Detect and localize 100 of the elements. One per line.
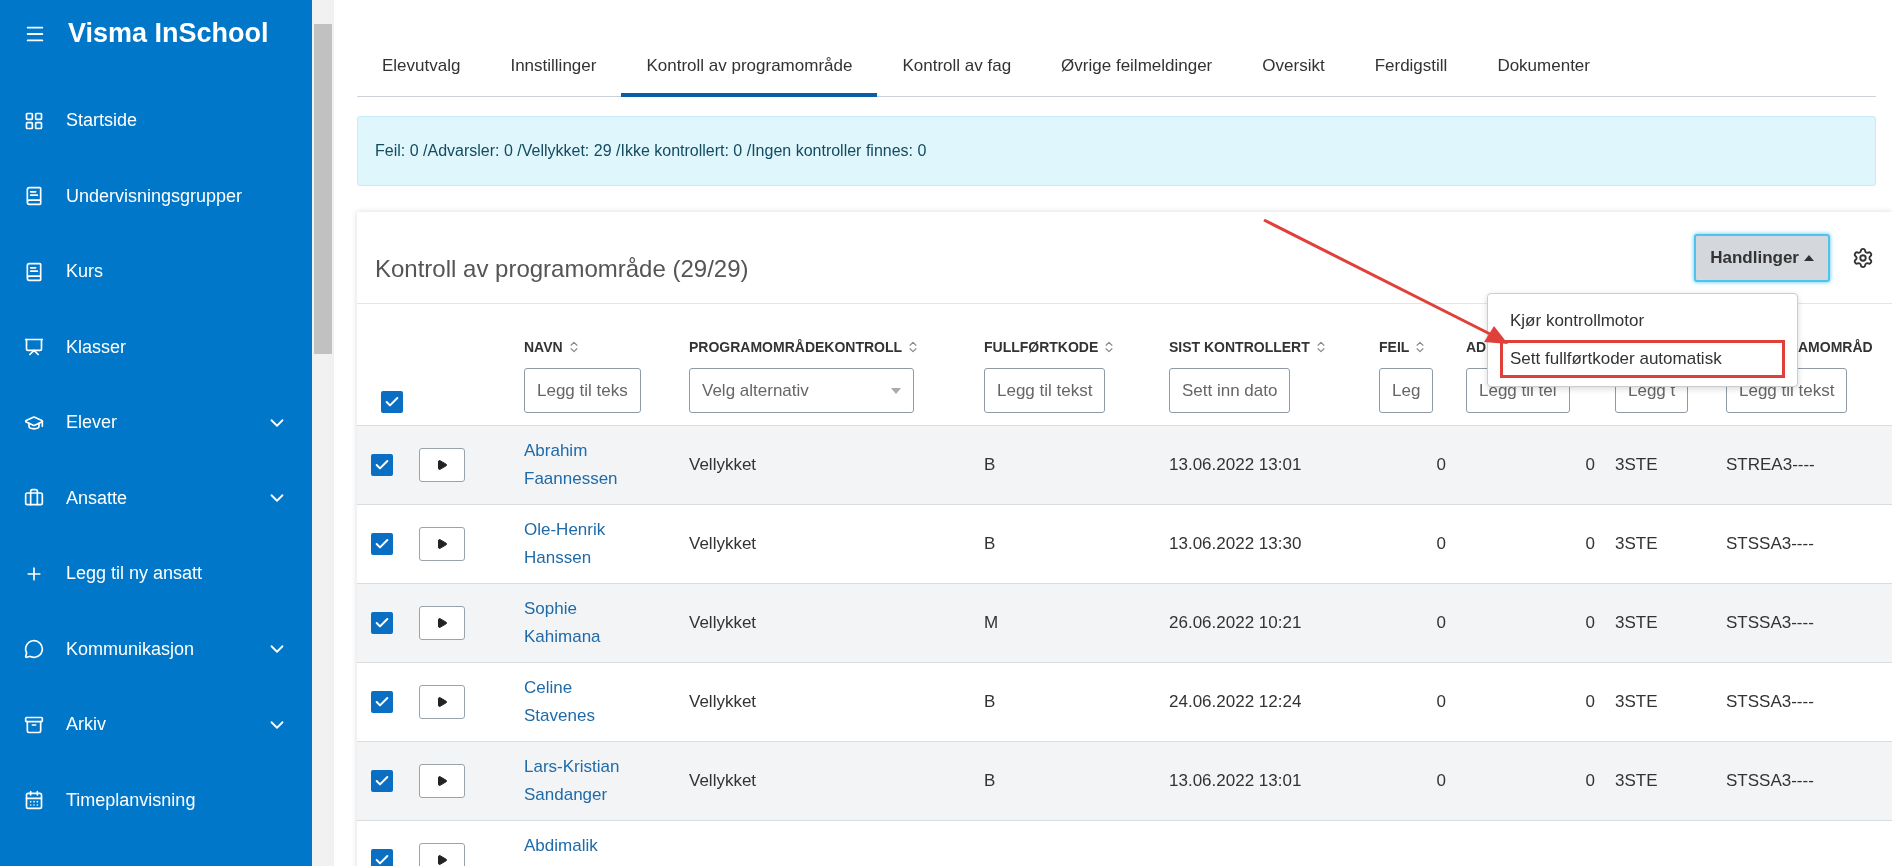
filter-select[interactable]: Velg alternativ bbox=[689, 368, 914, 413]
calendar-icon bbox=[24, 790, 44, 811]
table-cell-text: 3STE bbox=[1614, 533, 1659, 555]
play-icon bbox=[436, 459, 448, 471]
filter-field[interactable]: Sett inn dato bbox=[1169, 368, 1291, 413]
filter-field[interactable]: Legg til tekst bbox=[984, 368, 1106, 413]
column-header[interactable]: SIST KONTROLLERT bbox=[1169, 338, 1328, 356]
sidebar-item[interactable]: Arkiv bbox=[0, 687, 312, 763]
table-cell-text: Vellykket bbox=[688, 770, 758, 792]
filter-field[interactable]: Legg til teks bbox=[524, 368, 641, 413]
student-link[interactable]: Celine Stavenes bbox=[514, 674, 644, 730]
table-cell-text: 0 bbox=[1584, 454, 1596, 476]
table-cell-text: STREA3---- bbox=[1725, 454, 1816, 476]
table-cell-text: M bbox=[983, 612, 1000, 634]
chat-icon bbox=[24, 639, 44, 660]
table-cell-text: 3STE bbox=[1614, 454, 1659, 476]
sidebar-item[interactable]: Kommunikasjon bbox=[0, 611, 312, 687]
play-icon bbox=[436, 854, 448, 866]
scrollbar[interactable] bbox=[312, 0, 334, 866]
table-cell-text: STSSA3---- bbox=[1725, 770, 1815, 792]
column-header[interactable]: PROGRAMOMRÅDEKONTROLL bbox=[689, 338, 921, 356]
tab[interactable]: Oversikt bbox=[1237, 56, 1350, 97]
expand-button[interactable] bbox=[419, 685, 465, 719]
checkbox[interactable] bbox=[381, 391, 403, 413]
tab[interactable]: Elevutvalg bbox=[357, 56, 486, 97]
column-header[interactable]: FULLFØRTKODE bbox=[984, 338, 1117, 356]
menu-item[interactable]: Kjør kontrollmotor bbox=[1500, 302, 1785, 340]
expand-button[interactable] bbox=[419, 606, 465, 640]
tab[interactable]: Kontroll av fag bbox=[877, 56, 1037, 97]
actions-button[interactable]: Handlinger bbox=[1694, 233, 1830, 282]
table-cell-text: 0 bbox=[1435, 770, 1447, 792]
app-title: Visma InSchool bbox=[68, 18, 269, 49]
tab[interactable]: Innstillinger bbox=[485, 56, 622, 97]
table-cell-text: 13.06.2022 13:30 bbox=[1168, 533, 1303, 555]
table-cell-text: 0 bbox=[1584, 691, 1596, 713]
checkbox[interactable] bbox=[371, 770, 393, 792]
table-cell-text: STSSA3---- bbox=[1725, 533, 1815, 555]
play-icon bbox=[436, 538, 448, 550]
column-header[interactable]: AMOMRÅD bbox=[1798, 338, 1873, 356]
table-cell-text: B bbox=[983, 533, 997, 555]
table-cell-text: 24.06.2022 12:24 bbox=[1168, 691, 1303, 713]
table-cell-text: 0 bbox=[1584, 770, 1596, 792]
caret-icon bbox=[1804, 254, 1814, 261]
settings-icon[interactable] bbox=[1852, 246, 1874, 269]
book-icon bbox=[24, 261, 44, 282]
sidebar-item[interactable]: Klasser bbox=[0, 309, 312, 385]
column-header[interactable]: FEIL bbox=[1379, 338, 1428, 356]
table-cell-text: 0 bbox=[1584, 533, 1596, 555]
sidebar-item[interactable]: Ansatte bbox=[0, 460, 312, 536]
student-link[interactable]: Abdimalik bbox=[514, 832, 644, 860]
table-cell-text: Vellykket bbox=[688, 454, 758, 476]
table-cell-text: 0 bbox=[1435, 454, 1447, 476]
student-link[interactable]: Sophie Kahimana bbox=[514, 595, 644, 651]
book-icon bbox=[24, 186, 44, 207]
card-title: Kontroll av programområde (29/29) bbox=[375, 253, 750, 283]
table-cell-text: Vellykket bbox=[688, 533, 758, 555]
sidebar-item[interactable]: Timeplanvisning bbox=[0, 762, 312, 838]
filter-field[interactable]: Leg bbox=[1379, 368, 1434, 413]
checkbox[interactable] bbox=[371, 691, 393, 713]
status-alert: Feil: 0 /Advarsler: 0 /Vellykket: 29 /Ikke kontrollert: 0 /Ingen kontroller finnes: 0 bbox=[357, 116, 1876, 186]
sidebar-item[interactable]: Elever bbox=[0, 385, 312, 461]
briefcase-icon bbox=[24, 488, 44, 509]
table-cell-text: STSSA3---- bbox=[1725, 691, 1815, 713]
table-cell-text: 0 bbox=[1435, 691, 1447, 713]
student-link[interactable]: Ole-Henrik Hanssen bbox=[514, 516, 644, 572]
table-cell-text: B bbox=[983, 770, 997, 792]
sidebar-item[interactable]: Kurs bbox=[0, 234, 312, 310]
table-cell-text: B bbox=[983, 691, 997, 713]
menu-item[interactable]: Sett fullførtkoder automatisk bbox=[1500, 340, 1785, 378]
archive-icon bbox=[24, 714, 44, 735]
board-icon bbox=[24, 337, 44, 358]
table-cell-text: B bbox=[983, 454, 997, 476]
sidebar-item[interactable]: Legg til ny ansatt bbox=[0, 536, 312, 612]
column-header[interactable]: AD bbox=[1466, 338, 1487, 356]
checkbox[interactable] bbox=[371, 612, 393, 634]
table-cell-text: 26.06.2022 10:21 bbox=[1168, 612, 1303, 634]
table-cell-text: 13.06.2022 13:01 bbox=[1168, 454, 1303, 476]
expand-button[interactable] bbox=[419, 764, 465, 798]
checkbox[interactable] bbox=[371, 849, 393, 866]
expand-button[interactable] bbox=[419, 527, 465, 561]
table-cell-text: 0 bbox=[1435, 533, 1447, 555]
student-link[interactable]: Lars-Kristian Sandanger bbox=[514, 753, 644, 809]
checkbox[interactable] bbox=[371, 454, 393, 476]
table-cell-text: 13.06.2022 13:01 bbox=[1168, 770, 1303, 792]
sidebar-item[interactable]: Undervisningsgrupper bbox=[0, 158, 312, 234]
student-link[interactable]: Abrahim Faannessen bbox=[514, 437, 644, 493]
expand-button[interactable] bbox=[419, 448, 465, 482]
table-cell-text: 0 bbox=[1435, 612, 1447, 634]
table-cell-text: 3STE bbox=[1614, 770, 1659, 792]
table-cell-text: STSSA3---- bbox=[1725, 612, 1815, 634]
sidebar-item[interactable]: Startside bbox=[0, 83, 312, 159]
tab[interactable]: Dokumenter bbox=[1472, 56, 1615, 97]
column-header[interactable]: NAVN bbox=[524, 338, 581, 356]
table-cell-text: 3STE bbox=[1614, 612, 1659, 634]
tab[interactable]: Øvrige feilmeldinger bbox=[1036, 56, 1238, 97]
grid-icon bbox=[24, 110, 44, 131]
table-cell-text: 0 bbox=[1584, 612, 1596, 634]
checkbox[interactable] bbox=[371, 533, 393, 555]
tab[interactable]: Kontroll av programområde bbox=[621, 56, 878, 97]
tab[interactable]: Ferdigstill bbox=[1349, 56, 1473, 97]
